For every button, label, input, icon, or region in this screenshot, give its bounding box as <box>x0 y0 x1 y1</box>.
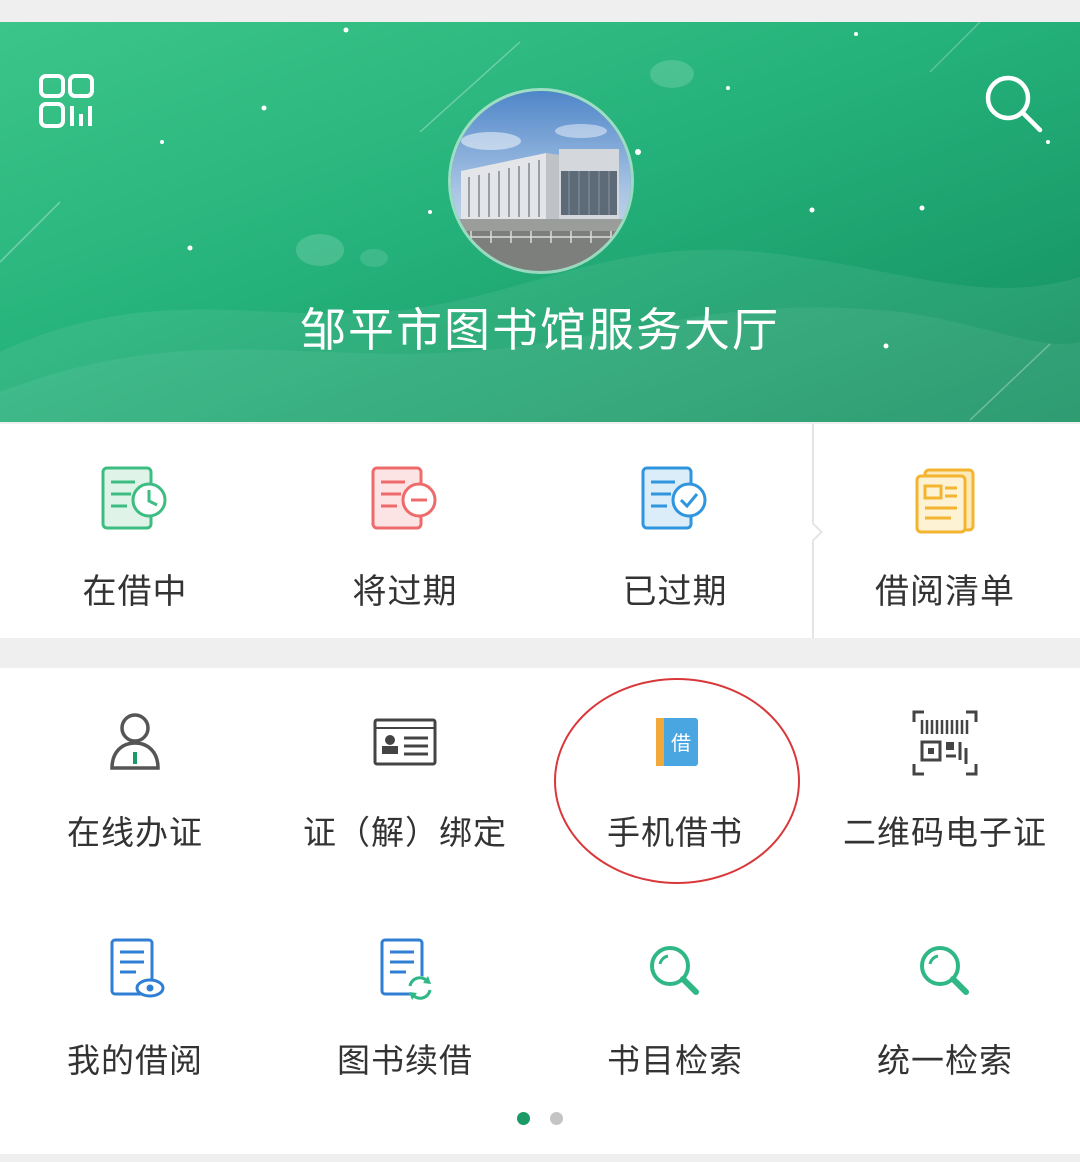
service-card-binding[interactable]: 证（解）绑定 <box>270 708 540 878</box>
service-unified-search[interactable]: 统一检索 <box>810 936 1080 1106</box>
service-label: 书目检索 <box>607 1041 743 1080</box>
page-dot-2[interactable] <box>549 1112 563 1125</box>
service-label: 证（解）绑定 <box>303 813 507 852</box>
highlight-annotation <box>554 678 800 884</box>
search-icon[interactable] <box>980 70 1046 136</box>
borrowing-icon <box>101 466 167 530</box>
hero-banner: 邹平市图书馆服务大厅 <box>0 22 1080 422</box>
my-borrow-icon <box>110 938 165 998</box>
service-label: 二维码电子证 <box>843 813 1047 852</box>
stat-expired[interactable]: 已过期 <box>540 464 810 612</box>
stat-borrowing[interactable]: 在借中 <box>0 464 270 612</box>
stat-label: 在借中 <box>82 572 188 612</box>
unified-search-icon <box>920 946 969 995</box>
service-my-borrow[interactable]: 我的借阅 <box>0 936 270 1106</box>
user-icon <box>110 713 160 770</box>
service-catalog-search[interactable]: 书目检索 <box>540 936 810 1106</box>
stat-label: 将过期 <box>352 572 458 612</box>
service-renew[interactable]: 图书续借 <box>270 936 540 1106</box>
catalog-search-icon <box>650 946 699 995</box>
expiring-icon <box>371 466 437 530</box>
page-title: 邹平市图书馆服务大厅 <box>300 303 780 357</box>
borrow-list-icon <box>915 468 975 534</box>
stat-borrow-list[interactable]: 借阅清单 <box>810 464 1080 612</box>
service-online-card[interactable]: 在线办证 <box>0 708 270 878</box>
pagination-dots <box>0 1110 1080 1129</box>
library-avatar <box>448 88 634 274</box>
service-label: 我的借阅 <box>67 1041 203 1080</box>
service-label: 统一检索 <box>877 1041 1013 1080</box>
id-card-icon <box>373 718 437 766</box>
stat-label: 已过期 <box>622 572 728 612</box>
expired-icon <box>641 466 707 530</box>
services-grid: 在线办证 证（解）绑定 借 手机借书 二维码电子证 我的借阅 图书续借 书目检索… <box>0 668 1080 1154</box>
page-dot-1[interactable] <box>517 1112 531 1125</box>
barcode-card-icon <box>912 710 978 776</box>
qr-code-icon[interactable] <box>36 72 100 132</box>
service-label: 在线办证 <box>67 813 203 852</box>
stat-expiring[interactable]: 将过期 <box>270 464 540 612</box>
renew-icon <box>380 938 432 1000</box>
borrow-status-row: 在借中 将过期 已过期 借阅清单 <box>0 424 1080 638</box>
stat-label: 借阅清单 <box>875 572 1015 612</box>
service-qr-card[interactable]: 二维码电子证 <box>810 708 1080 878</box>
service-label: 图书续借 <box>337 1041 473 1080</box>
